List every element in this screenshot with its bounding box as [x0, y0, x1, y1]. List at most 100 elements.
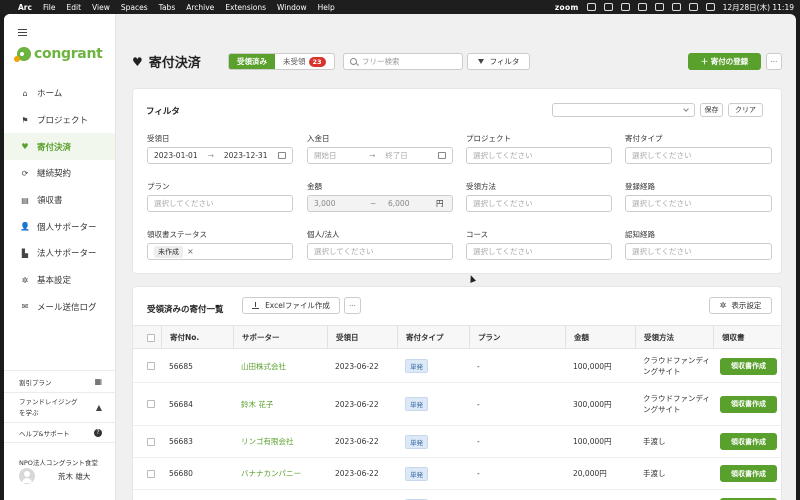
- deposit-date-from[interactable]: 開始日: [314, 150, 359, 161]
- sidebar-link-discount-plan[interactable]: 割引プラン ▦: [4, 370, 115, 392]
- col-supporter[interactable]: サポーター: [233, 326, 327, 349]
- deposit-date-range[interactable]: 開始日 → 終了日: [307, 147, 453, 164]
- row-checkbox[interactable]: [147, 362, 155, 370]
- wifi-icon[interactable]: [705, 3, 715, 11]
- register-donation-button[interactable]: ＋ 寄付の登録: [688, 53, 761, 70]
- col-plan[interactable]: プラン: [469, 326, 565, 349]
- cell-donation-no-wrap: 56680: [169, 458, 233, 489]
- table-row[interactable]: 56683 リンゴ有限会社 2023-06-22 単発 - 100,000円 手渡し 領収書作…: [133, 426, 781, 458]
- amount-min[interactable]: 3,000: [314, 199, 370, 208]
- status-icon[interactable]: [671, 3, 681, 11]
- select-all-checkbox[interactable]: [147, 333, 155, 342]
- logo[interactable]: congrant: [14, 46, 103, 62]
- table-row[interactable]: 56679 藤岡 みさき 2023-06-22 単発-6,000円手渡し領収書作成: [133, 490, 781, 500]
- course-select[interactable]: 選択してください: [466, 243, 612, 260]
- table-row[interactable]: 56685 山田株式会社 2023-06-22 単発 - 100,000円 クラウドファンデ…: [133, 350, 781, 383]
- clock[interactable]: 12月28日(木) 11:19: [723, 2, 794, 13]
- sidebar-item-label: プロジェクト: [37, 116, 89, 127]
- menu-edit[interactable]: Edit: [67, 3, 82, 12]
- amount-max[interactable]: 6,000: [388, 199, 436, 208]
- amount-label: 金額: [307, 182, 322, 191]
- calendar-icon[interactable]: [278, 152, 286, 159]
- sidebar-item[interactable]: ▤ 領収書: [4, 187, 115, 214]
- sidebar-item[interactable]: ✉ メール送信ログ: [4, 294, 115, 321]
- sidebar-link-help[interactable]: ヘルプ&サポート ?: [4, 422, 115, 443]
- col-donation-type[interactable]: 寄付タイプ: [397, 326, 469, 349]
- sidebar-link-learn-fundraising[interactable]: ファンドレイジングを学ぶ ▲: [4, 392, 115, 422]
- received-date-range[interactable]: 2023-01-01 → 2023-12-31: [147, 147, 293, 164]
- sidebar-item[interactable]: 👤 個人サポーター: [4, 213, 115, 240]
- menu-app[interactable]: Arc: [18, 3, 32, 12]
- calendar-icon[interactable]: [438, 152, 446, 159]
- route-select[interactable]: 選択してください: [625, 195, 772, 212]
- create-receipt-button[interactable]: 領収書作成: [720, 395, 777, 413]
- menu-archive[interactable]: Archive: [186, 3, 214, 12]
- amount-range[interactable]: 3,000 ~ 6,000 円: [307, 195, 453, 212]
- battery-icon[interactable]: [688, 3, 698, 11]
- menu-extensions[interactable]: Extensions: [225, 3, 266, 12]
- sidebar-item[interactable]: ✲ 基本設定: [4, 267, 115, 294]
- status-icon[interactable]: [654, 3, 664, 11]
- status-icon[interactable]: [586, 3, 596, 11]
- sidebar-item[interactable]: ⌂ ホーム: [4, 80, 115, 107]
- table-more-button[interactable]: ···: [344, 297, 361, 314]
- save-filter-button[interactable]: 保存: [700, 103, 723, 117]
- menu-window[interactable]: Window: [277, 3, 307, 12]
- menu-file[interactable]: File: [43, 3, 56, 12]
- hamburger-menu-icon[interactable]: [18, 29, 27, 36]
- more-options-button[interactable]: ···: [766, 53, 782, 70]
- create-receipt-button[interactable]: 領収書作成: [720, 465, 777, 482]
- receive-method-select[interactable]: 選択してください: [466, 195, 612, 212]
- donation-type-select[interactable]: 選択してください: [625, 147, 772, 164]
- create-receipt-button[interactable]: 領収書作成: [720, 357, 777, 375]
- user-account[interactable]: 荒木 雄大: [19, 468, 109, 484]
- table-row[interactable]: 56684 鈴木 花子 2023-06-22 単発 - 300,000円 クラウドファンディ…: [133, 383, 781, 426]
- filter-button[interactable]: フィルタ: [467, 53, 530, 70]
- col-amount[interactable]: 金額: [565, 326, 635, 349]
- status-icon[interactable]: [637, 3, 647, 11]
- row-checkbox[interactable]: [147, 437, 155, 446]
- sidebar-item[interactable]: ⚑ プロジェクト: [4, 107, 115, 134]
- receipt-status-select[interactable]: 未作成 ×: [147, 243, 293, 260]
- cell-supporter[interactable]: 山田株式会社: [241, 361, 286, 372]
- received-date-from[interactable]: 2023-01-01: [154, 151, 198, 160]
- row-checkbox[interactable]: [147, 400, 155, 408]
- cell-supporter[interactable]: リンゴ有限会社: [241, 436, 294, 447]
- cell-supporter[interactable]: 鈴木 花子: [241, 399, 273, 410]
- col-receive-method[interactable]: 受領方法: [635, 326, 713, 349]
- menu-view[interactable]: View: [92, 3, 110, 12]
- cell-plan-wrap: -: [477, 490, 565, 500]
- zoom-status-icon[interactable]: zoom: [555, 3, 579, 12]
- row-checkbox[interactable]: [147, 469, 155, 478]
- plan-select[interactable]: 選択してください: [147, 195, 293, 212]
- project-select[interactable]: 選択してください: [466, 147, 612, 164]
- status-icon[interactable]: [603, 3, 613, 11]
- cell-supporter[interactable]: バナナカンパニー: [241, 468, 301, 479]
- col-donation-no[interactable]: 寄付No.: [161, 326, 233, 349]
- recognition-route-select[interactable]: 選択してください: [625, 243, 772, 260]
- sidebar-item[interactable]: ▙ 法人サポーター: [4, 240, 115, 267]
- tab-unreceived[interactable]: 未受領 23: [275, 54, 334, 69]
- search-input[interactable]: フリー検索: [343, 53, 463, 70]
- sidebar-item[interactable]: ⟳ 継続契約: [4, 160, 115, 187]
- menu-tabs[interactable]: Tabs: [159, 3, 176, 12]
- clear-filter-button[interactable]: クリア: [728, 103, 763, 117]
- saved-filter-select[interactable]: [552, 103, 695, 117]
- person-corp-select[interactable]: 選択してください: [307, 243, 453, 260]
- status-icon[interactable]: [620, 3, 630, 11]
- table-row[interactable]: 56680 バナナカンパニー 2023-06-22 単発 - 20,000円 手渡し 領収書作…: [133, 458, 781, 490]
- sidebar-item[interactable]: ♥ 寄付決済: [4, 133, 115, 161]
- chip-remove-icon[interactable]: ×: [187, 247, 194, 256]
- col-receipt[interactable]: 領収書: [713, 326, 781, 349]
- menu-spaces[interactable]: Spaces: [121, 3, 148, 12]
- browser-window: congrant ⌂ ホーム ⚑ プロジェクト ♥ 寄付決済 ⟳ 継続契約 ▤ 領収書 👤 個人サポー…: [4, 14, 796, 500]
- received-date-to[interactable]: 2023-12-31: [224, 151, 268, 160]
- display-settings-button[interactable]: ✲ 表示設定: [709, 297, 772, 314]
- deposit-date-to[interactable]: 終了日: [385, 150, 408, 161]
- tab-received[interactable]: 受領済み: [229, 54, 275, 69]
- create-receipt-button[interactable]: 領収書作成: [720, 433, 777, 450]
- excel-export-button[interactable]: Excelファイル作成: [242, 297, 340, 314]
- col-received-date[interactable]: 受領日: [327, 326, 397, 349]
- menu-help[interactable]: Help: [318, 3, 335, 12]
- cell-supporter-wrap: 山田株式会社: [241, 350, 327, 382]
